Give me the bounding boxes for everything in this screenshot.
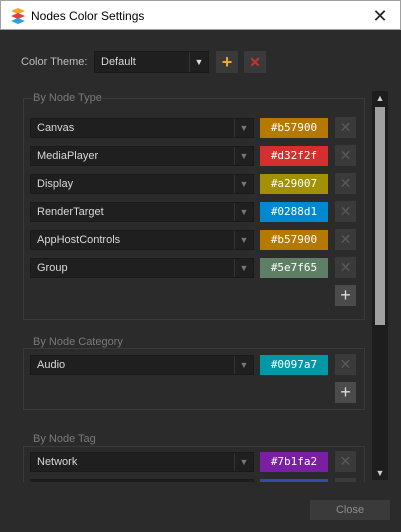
remove-row-button-partial[interactable] [335,478,356,482]
color-swatch[interactable]: #5e7f65 [260,258,328,278]
close-button[interactable]: Close [310,500,390,520]
close-icon: ✕ [339,119,352,135]
node-type-dropdown[interactable]: MediaPlayer ▼ [30,146,254,166]
color-swatch[interactable]: #7b1fa2 [260,452,328,472]
row-name: Group [37,262,68,274]
group-title: By Node Tag [32,433,97,445]
remove-row-button[interactable]: ✕ [335,354,356,375]
remove-row-button[interactable]: ✕ [335,173,356,194]
node-type-dropdown[interactable]: Group ▼ [30,258,254,278]
chevron-down-icon: ▼ [234,175,253,193]
row-name: RenderTarget [37,206,104,218]
color-swatch[interactable]: #0097a7 [260,355,328,375]
chevron-down-icon: ▼ [234,356,253,374]
node-category-dropdown[interactable]: Audio ▼ [30,355,254,375]
add-theme-button[interactable]: + [216,51,238,73]
close-icon: ✕ [339,147,352,163]
close-icon: ✕ [339,175,352,191]
add-node-type-button[interactable]: + [335,285,356,306]
color-theme-dropdown[interactable]: Default ▼ [94,51,209,73]
chevron-down-icon: ▼ [234,231,253,249]
row-name: MediaPlayer [37,150,99,162]
row-name: Network [37,456,78,468]
row-name: Audio [37,359,66,371]
scrollbar-thumb[interactable] [375,107,385,325]
add-node-category-button[interactable]: + [335,382,356,403]
close-icon: ✕ [339,453,352,469]
node-type-dropdown[interactable]: Display ▼ [30,174,254,194]
close-icon: ✕ [339,356,352,372]
node-type-dropdown[interactable]: Canvas ▼ [30,118,254,138]
title-bar: Nodes Color Settings ✕ [0,0,401,30]
group-title: By Node Type [32,92,103,104]
chevron-down-icon: ▼ [234,453,253,471]
chevron-down-icon: ▼ [234,147,253,165]
color-swatch[interactable]: #a29007 [260,174,328,194]
remove-row-button[interactable]: ✕ [335,145,356,166]
node-type-dropdown[interactable]: AppHostControls ▼ [30,230,254,250]
remove-row-button[interactable]: ✕ [335,257,356,278]
chevron-down-icon: ▼ [234,259,253,277]
window-close-button[interactable]: ✕ [370,6,390,26]
row-name: Display [37,178,74,190]
group-title: By Node Category [32,336,124,348]
close-icon: ✕ [339,259,352,275]
remove-row-button[interactable]: ✕ [335,451,356,472]
color-swatch[interactable]: #d32f2f [260,146,328,166]
plus-icon: + [340,285,351,305]
scroll-down-icon[interactable]: ▼ [372,466,388,480]
remove-row-button[interactable]: ✕ [335,117,356,138]
row-name: Canvas [37,122,75,134]
color-swatch[interactable]: #b57900 [260,230,328,250]
window-title: Nodes Color Settings [31,9,145,23]
close-icon: ✕ [339,231,352,247]
row-name: AppHostControls [37,234,121,246]
chevron-down-icon: ▼ [234,119,253,137]
color-theme-value: Default [101,56,136,68]
node-type-dropdown[interactable]: RenderTarget ▼ [30,202,254,222]
settings-scroll-area: By Node Type Canvas ▼ #b57900 ✕ MediaPla… [12,88,389,482]
close-icon: ✕ [339,203,352,219]
color-swatch-partial[interactable] [260,479,328,482]
color-theme-label: Color Theme: [21,56,88,68]
app-logo-icon [11,8,25,24]
color-swatch[interactable]: #0288d1 [260,202,328,222]
chevron-down-icon: ▼ [234,203,253,221]
chevron-down-icon: ▼ [189,52,208,72]
scroll-up-icon[interactable]: ▲ [372,91,388,105]
node-tag-dropdown[interactable]: Network ▼ [30,452,254,472]
vertical-scrollbar[interactable]: ▲ ▼ [372,91,388,480]
color-swatch[interactable]: #b57900 [260,118,328,138]
node-tag-dropdown-partial[interactable] [30,479,254,482]
remove-row-button[interactable]: ✕ [335,229,356,250]
delete-theme-button[interactable]: ✕ [244,51,266,73]
plus-icon: + [340,382,351,402]
remove-row-button[interactable]: ✕ [335,201,356,222]
